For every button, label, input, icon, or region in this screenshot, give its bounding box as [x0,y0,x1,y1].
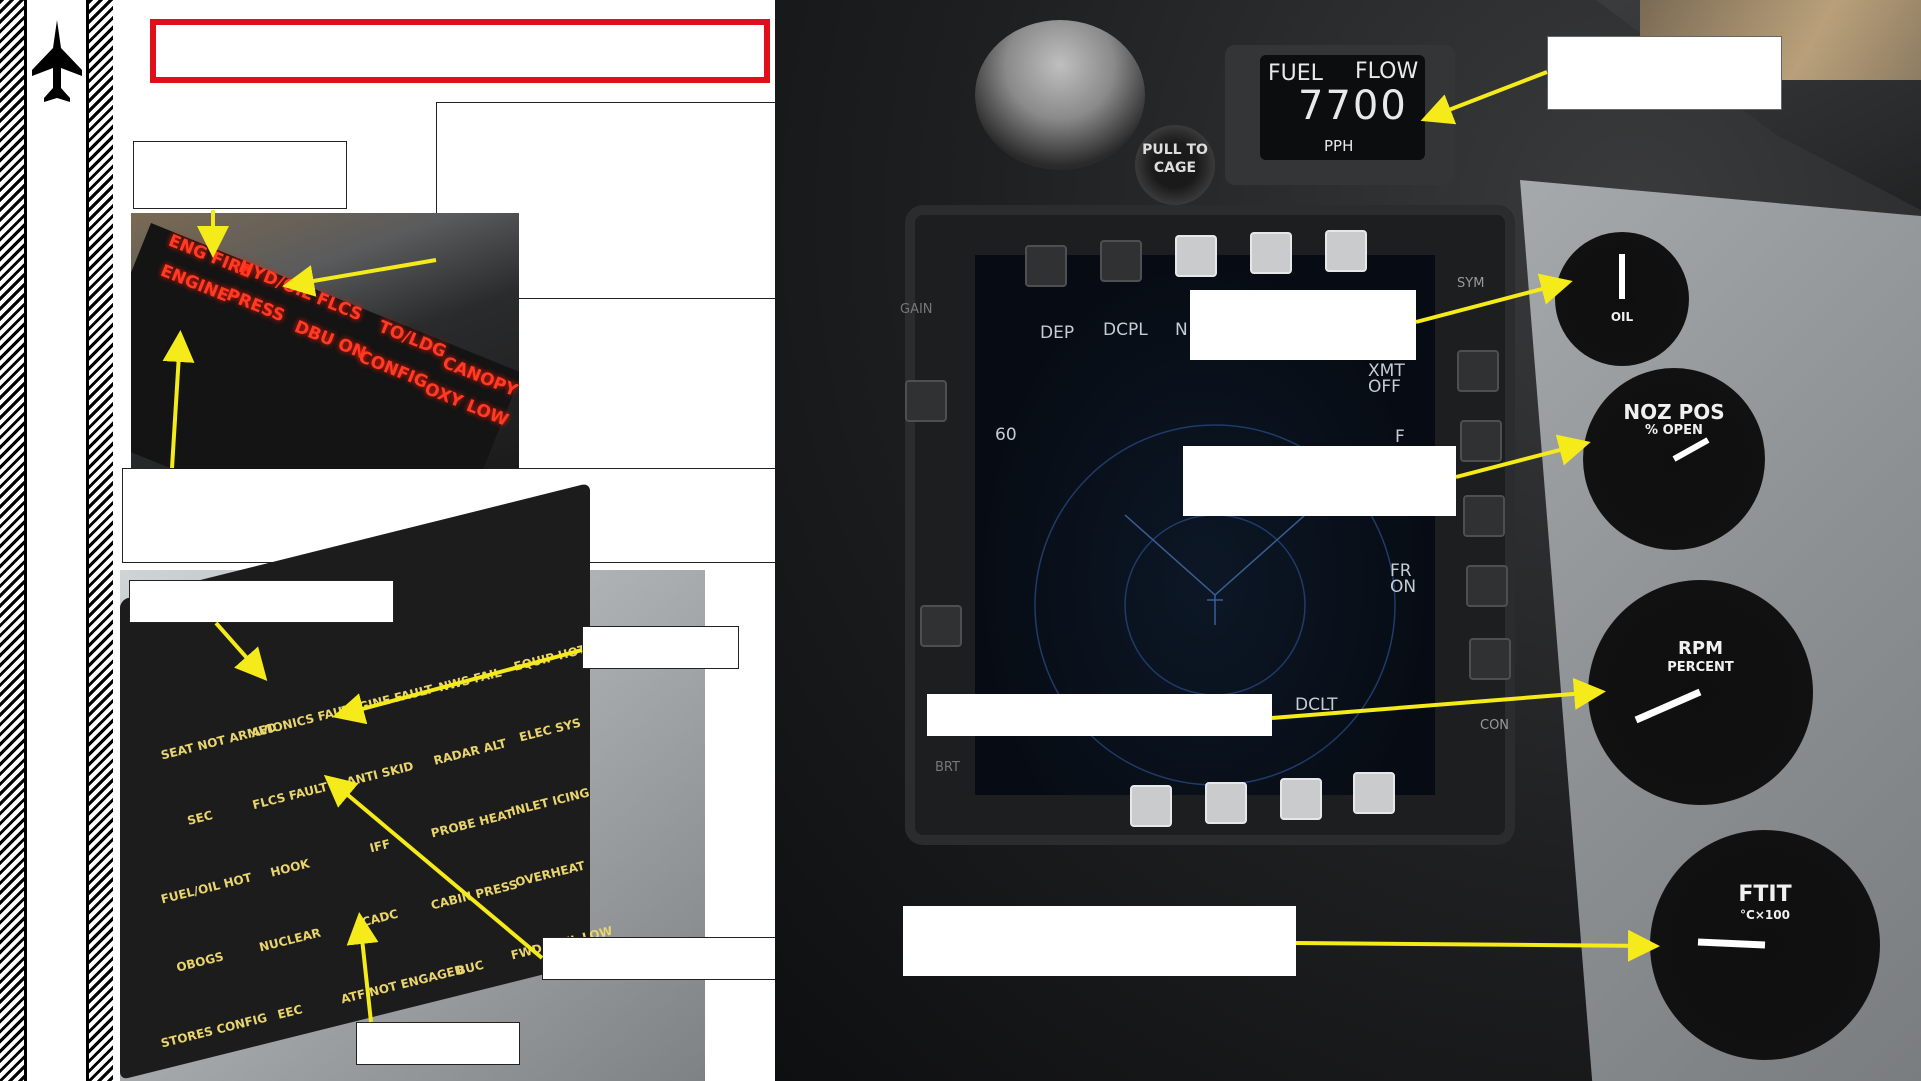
nozzle-position-gauge: NOZ POS % OPEN [1583,368,1765,550]
oil-gauge-needle [1619,254,1625,299]
fuel-flow-indicator: FUEL FLOW 7700 PPH [1260,55,1425,160]
oil-pressure-gauge: OIL [1555,232,1689,366]
mfd-label-dclt: DCLT [1295,695,1338,715]
callout-rpm [927,694,1272,736]
mfd-osb-top-1[interactable] [1025,245,1067,287]
mfd-label-xmt-off: XMT OFF [1368,361,1405,397]
mfd-osb-bottom-3[interactable] [1280,778,1322,820]
mfd-osb-top-4[interactable] [1250,232,1292,274]
rpm-gauge: RPM PERCENT [1588,580,1813,805]
callout-oil-pressure [1190,290,1416,360]
callout-sec [582,626,739,669]
jet-icon [32,20,82,102]
mfd-label-fr-on: FR ON [1390,561,1417,597]
mfd-range-value: 60 [995,425,1017,445]
mfd-osb-right-5[interactable] [1469,638,1511,680]
callout-nozzle-position [1183,446,1456,516]
mfd-osb-right-3[interactable] [1463,495,1505,537]
callout-eng-fire [133,141,347,209]
rpm-gauge-needle [1634,688,1702,724]
rail-divider-left [24,0,27,1081]
mfd-label-f: F [1395,427,1405,447]
noz-gauge-needle [1672,437,1710,462]
mfd-osb-left-1[interactable] [905,380,947,422]
slide: ENG FIRE ENGINE HYD/OIL PRESS FLCS DBU O… [0,0,1921,1081]
page-title-box [150,19,770,83]
callout-eec [356,1022,520,1065]
callout-fuel-oil-hot [542,937,790,980]
mfd-label-dcpl: DCPL [1103,320,1148,340]
fuel-flow-unit: PPH [1324,137,1354,155]
attitude-indicator [975,20,1145,170]
mfd-osb-right-1[interactable] [1457,350,1499,392]
mfd-brt-label: BRT [935,760,960,775]
mfd-label-nrm: N [1175,320,1188,340]
pull-to-cage-knob[interactable]: PULL TO CAGE [1135,125,1215,205]
callout-engine-fault [129,580,394,623]
mfd-osb-top-5[interactable] [1325,230,1367,272]
ftit-gauge-needle [1697,938,1766,949]
mfd-osb-bottom-4[interactable] [1353,772,1395,814]
mfd-osb-left-2[interactable] [920,605,962,647]
fuel-flow-value: 7700 [1298,83,1408,129]
mfd-osb-bottom-2[interactable] [1205,782,1247,824]
rail-hatch-left [0,0,24,1081]
rail-hatch-right [89,0,113,1081]
callout-fuel-flow [1547,36,1782,110]
mfd-osb-right-2[interactable] [1460,420,1502,462]
mfd-osb-top-2[interactable] [1100,240,1142,282]
mfd-label-dep: DEP [1040,323,1075,343]
callout-ftit [903,906,1296,976]
mfd-gain-label: GAIN [900,302,933,317]
main-caution-photo: ENG FIRE ENGINE HYD/OIL PRESS FLCS DBU O… [131,213,519,469]
mfd-osb-top-3[interactable] [1175,235,1217,277]
mfd-sym-label: SYM [1457,276,1485,291]
mfd-osb-bottom-1[interactable] [1130,785,1172,827]
ftit-gauge: FTIT °C×100 [1650,830,1880,1060]
fuel-flow-title-right: FLOW [1355,59,1419,84]
mfd-con-label: CON [1480,718,1510,733]
mfd-osb-right-4[interactable] [1466,565,1508,607]
